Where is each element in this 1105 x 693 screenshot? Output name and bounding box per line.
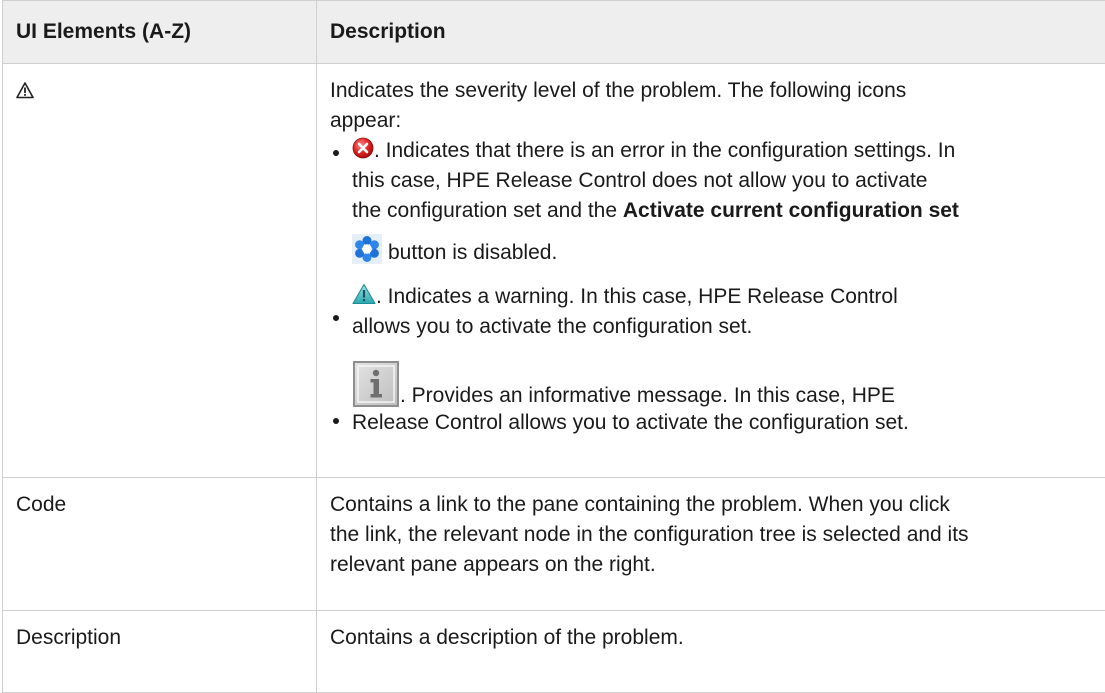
warning-bullet-line-2: allows you to activate the configuration… (352, 312, 1105, 342)
element-cell: Description (3, 611, 317, 693)
ui-elements-table: UI Elements (A-Z) Description Indicates … (2, 0, 1105, 693)
activate-config-set-label: Activate current configuration set (623, 199, 959, 222)
error-bullet-line-1: . Indicates that there is an error in th… (374, 139, 955, 162)
severity-intro-line-1: Indicates the severity level of the prob… (330, 76, 1105, 106)
element-cell (3, 64, 317, 478)
list-item: . Indicates a warning. In this case, HPE… (330, 282, 1105, 342)
element-code: Code (16, 493, 66, 516)
table-row: Indicates the severity level of the prob… (3, 64, 1105, 478)
info-bullet-line-1: . Provides an informative message. In th… (400, 384, 895, 407)
table-header-row: UI Elements (A-Z) Description (3, 1, 1105, 64)
code-desc-line-2: the link, the relevant node in the confi… (330, 520, 1105, 550)
header-ui-elements: UI Elements (A-Z) (3, 1, 317, 64)
error-bullet-line-2: this case, HPE Release Control does not … (352, 166, 1105, 196)
code-desc-line-3: relevant pane appears on the right. (330, 550, 1105, 580)
activate-gear-icon (352, 234, 382, 264)
warning-triangle-icon (16, 78, 34, 95)
table-row: Description Contains a description of th… (3, 611, 1105, 693)
description-cell: Indicates the severity level of the prob… (317, 64, 1105, 478)
element-cell: Code (3, 478, 317, 611)
error-bullet-line-3: the configuration set and the (352, 199, 623, 222)
severity-icons-list: . Indicates that there is an error in th… (330, 136, 1105, 438)
warning-icon (352, 282, 376, 312)
element-description: Description (16, 626, 121, 649)
description-cell: Contains a description of the problem. (317, 611, 1105, 693)
code-desc-line-1: Contains a link to the pane containing t… (330, 490, 1105, 520)
error-bullet-line-4: button is disabled. (388, 241, 557, 264)
list-item: . Indicates that there is an error in th… (330, 136, 1105, 272)
info-bullet-line-2: Release Control allows you to activate t… (352, 408, 1105, 438)
table-row: Code Contains a link to the pane contain… (3, 478, 1105, 611)
header-description: Description (317, 1, 1105, 64)
warning-bullet-line-1: . Indicates a warning. In this case, HPE… (376, 285, 898, 308)
severity-intro-line-2: appear: (330, 106, 1105, 136)
description-cell: Contains a link to the pane containing t… (317, 478, 1105, 611)
description-desc-line-1: Contains a description of the problem. (330, 623, 1105, 653)
list-item: . Provides an informative message. In th… (330, 360, 1105, 438)
error-icon (352, 136, 374, 166)
